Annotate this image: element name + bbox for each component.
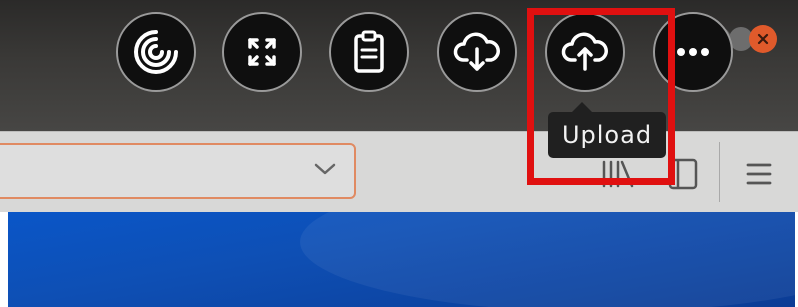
left-edge [0,212,8,307]
close-icon [757,33,769,45]
url-bar[interactable] [0,143,356,199]
clipboard-icon [354,30,384,73]
highlight-box [527,8,675,185]
fullscreen-button[interactable] [222,12,302,92]
chevron-down-icon[interactable] [314,162,336,176]
download-button[interactable] [437,12,517,92]
hamburger-menu-icon[interactable] [745,160,773,188]
expand-icon [248,38,276,66]
ellipsis-icon [677,48,709,56]
desktop-background [0,212,798,307]
toolbar-divider [719,142,720,202]
close-window-button[interactable] [749,25,777,53]
loading-spinner-icon [134,30,178,74]
spinner-button[interactable] [116,12,196,92]
cloud-download-icon [453,32,500,71]
clipboard-button[interactable] [329,12,409,92]
